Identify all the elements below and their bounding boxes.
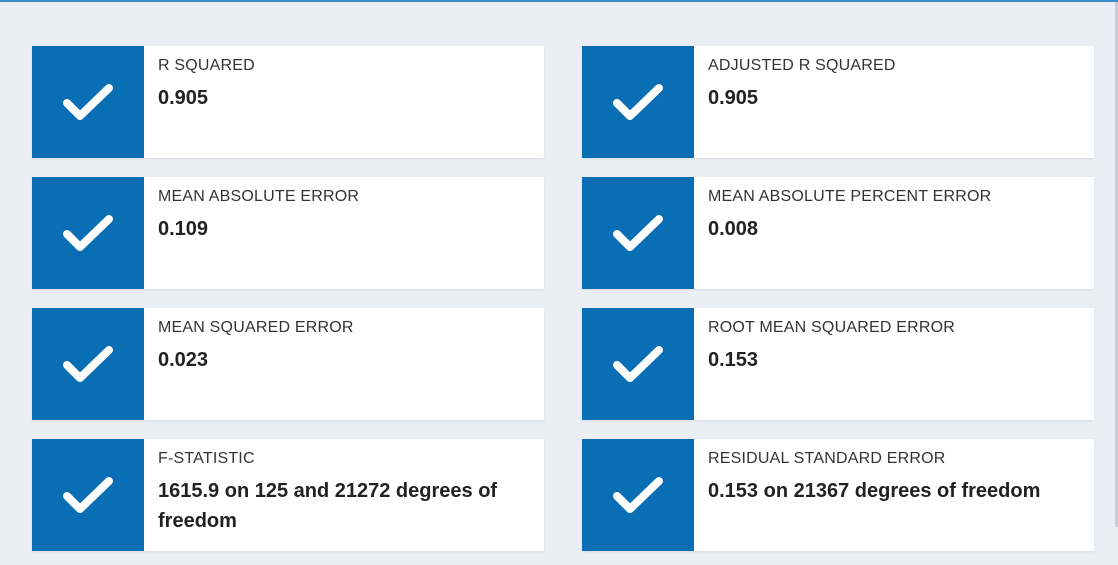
check-icon (63, 477, 113, 513)
check-icon (613, 477, 663, 513)
status-badge (582, 439, 694, 551)
status-badge (32, 177, 144, 289)
metric-card-r-squared: R SQUARED 0.905 (32, 46, 544, 158)
metric-card-mean-squared-error: MEAN SQUARED ERROR 0.023 (32, 308, 544, 420)
metric-value: 0.153 on 21367 degrees of freedom (708, 480, 1041, 502)
check-icon (613, 346, 663, 382)
check-icon (63, 346, 113, 382)
metric-card-f-statistic: F-STATISTIC 1615.9 on 125 and 21272 degr… (32, 439, 544, 551)
status-badge (32, 46, 144, 158)
status-badge (32, 308, 144, 420)
metric-label: MEAN ABSOLUTE ERROR (158, 188, 360, 205)
metrics-panel: R SQUARED 0.905 ADJUSTED R SQUARED 0.905 (0, 0, 1118, 565)
metric-label: ADJUSTED R SQUARED (708, 57, 896, 74)
metric-label: MEAN SQUARED ERROR (158, 319, 354, 336)
check-icon (63, 84, 113, 120)
metric-label: MEAN ABSOLUTE PERCENT ERROR (708, 188, 992, 205)
metric-value: 0.109 (158, 218, 209, 240)
status-badge (582, 308, 694, 420)
check-icon (613, 215, 663, 251)
status-badge (582, 46, 694, 158)
metric-card-mean-absolute-error: MEAN ABSOLUTE ERROR 0.109 (32, 177, 544, 289)
metric-label: ROOT MEAN SQUARED ERROR (708, 319, 955, 336)
metric-label: R SQUARED (158, 57, 255, 74)
metrics-grid: R SQUARED 0.905 ADJUSTED R SQUARED 0.905 (32, 46, 1094, 551)
metric-card-root-mean-squared-error: ROOT MEAN SQUARED ERROR 0.153 (582, 308, 1094, 420)
metric-value: 0.008 (708, 218, 759, 240)
status-badge (32, 439, 144, 551)
metric-value: 0.153 (708, 349, 759, 371)
metric-card-adjusted-r-squared: ADJUSTED R SQUARED 0.905 (582, 46, 1094, 158)
metric-value: 0.905 (158, 87, 209, 109)
status-badge (582, 177, 694, 289)
check-icon (613, 84, 663, 120)
metric-label: F-STATISTIC (158, 450, 255, 467)
check-icon (63, 215, 113, 251)
metric-label: RESIDUAL STANDARD ERROR (708, 450, 946, 467)
metric-value: 0.023 (158, 349, 209, 371)
metric-card-residual-standard-error: RESIDUAL STANDARD ERROR 0.153 on 21367 d… (582, 439, 1094, 551)
metric-card-mean-absolute-percent-error: MEAN ABSOLUTE PERCENT ERROR 0.008 (582, 177, 1094, 289)
metric-value: 1615.9 on 125 and 21272 degrees of freed… (158, 480, 498, 532)
metric-value: 0.905 (708, 87, 759, 109)
